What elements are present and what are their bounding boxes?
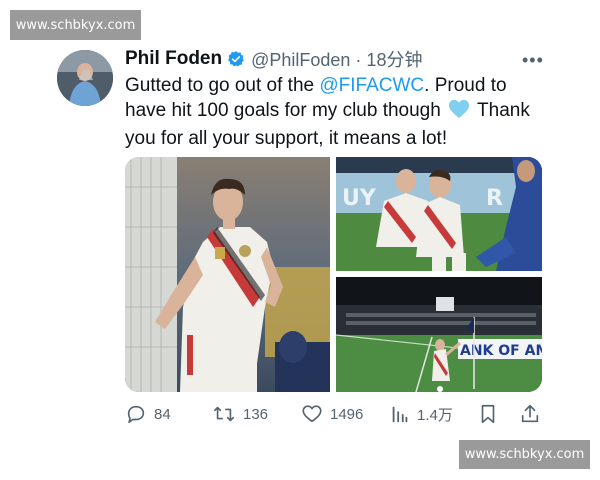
media-grid: UY R ANK OF A — [125, 157, 542, 392]
svg-text:UY: UY — [342, 186, 377, 211]
views-button[interactable]: 1.4万 — [390, 400, 453, 428]
like-count: 1496 — [330, 405, 364, 423]
verified-badge-icon — [227, 50, 245, 68]
handle-and-time[interactable]: @PhilFoden · 18分钟 — [251, 46, 422, 72]
stadium-board-text: ANK OF AMERI — [460, 343, 542, 359]
mention-link[interactable]: @FIFACWC — [319, 75, 424, 96]
tweet-header: Phil Foden @PhilFoden · 18分钟 — [125, 47, 422, 71]
tweet-text: Gutted to go out of the @FIFACWC. Proud … — [125, 73, 540, 151]
repost-button[interactable]: 136 — [212, 400, 268, 428]
repost-icon — [212, 403, 236, 425]
bookmark-icon — [478, 403, 498, 425]
watermark-bottom: www.schbkyx.com — [459, 440, 590, 469]
display-name[interactable]: Phil Foden — [125, 48, 222, 70]
photo-player-celebrating[interactable] — [125, 157, 330, 392]
share-button[interactable] — [519, 400, 541, 428]
tweet-actions: 84 136 1496 1.4万 — [125, 400, 545, 428]
share-icon — [519, 403, 541, 425]
tweet-text-part: Gutted to go out of the — [125, 75, 320, 96]
views-icon — [390, 403, 410, 425]
views-count: 1.4万 — [417, 406, 453, 424]
tweet-card[interactable]: Phil Foden @PhilFoden · 18分钟 ••• Gutted … — [0, 0, 600, 480]
light-blue-heart-icon — [448, 99, 470, 126]
photo-player-kneeling[interactable]: UY R — [336, 157, 542, 271]
reply-button[interactable]: 84 — [125, 400, 171, 428]
avatar[interactable] — [57, 50, 113, 106]
reply-icon — [125, 403, 147, 425]
like-icon — [301, 403, 323, 425]
repost-count: 136 — [243, 405, 269, 423]
like-button[interactable]: 1496 — [301, 400, 363, 428]
photo-stadium-corner[interactable]: ANK OF AMERI — [336, 277, 542, 392]
reply-count: 84 — [154, 405, 171, 423]
bookmark-button[interactable] — [478, 400, 498, 428]
more-options-icon[interactable]: ••• — [522, 50, 544, 71]
svg-text:R: R — [486, 186, 503, 211]
